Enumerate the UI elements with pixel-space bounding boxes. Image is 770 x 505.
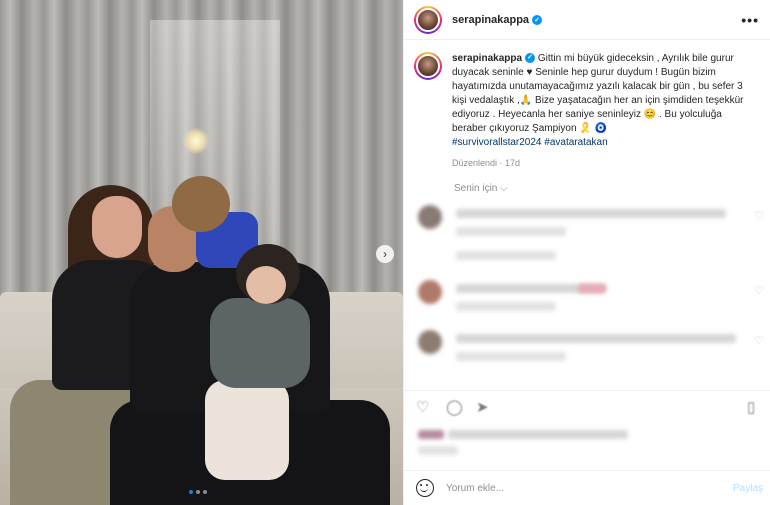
blurred-comment-meta [456, 352, 566, 361]
share-icon[interactable]: ➤ [476, 398, 489, 416]
post-comment-button[interactable]: Paylaş [733, 483, 763, 494]
woman-figure-face [92, 196, 142, 258]
caption-body: serapinakappa ✓ Gittin mi büyük gideceksi… [452, 52, 757, 170]
caption-username[interactable]: serapinakappa ✓ [452, 53, 536, 64]
list-item: ♡ [418, 280, 768, 320]
post-header: serapinakappa ✓ ••• [404, 0, 770, 40]
blurred-comment-text [456, 209, 726, 218]
more-options-icon[interactable]: ••• [741, 12, 759, 28]
caption-text: Gittin mi büyük gideceksin , Ayrılık bil… [452, 53, 744, 134]
list-item: ♡ [418, 205, 768, 260]
post-sidebar: serapinakappa ✓ ••• serapinakappa ✓ Gittin… [403, 0, 770, 505]
comment-icon[interactable]: ◯ [446, 398, 463, 416]
blurred-likes-text [448, 430, 628, 439]
heart-icon[interactable]: ♡ [754, 334, 764, 347]
comment-composer: Paylaş [404, 470, 770, 505]
blurred-comment-meta [456, 227, 566, 236]
verified-badge-icon: ✓ [532, 14, 543, 25]
verified-badge-icon: ✓ [525, 53, 536, 64]
list-item: ♡ [418, 330, 768, 370]
comment-input[interactable] [446, 482, 706, 494]
baby-figure-legs [205, 380, 289, 480]
post-timestamp: Düzenlendi · 17d [452, 158, 521, 168]
avatar[interactable] [414, 5, 442, 34]
blurred-replies [456, 251, 556, 260]
avatar[interactable] [418, 280, 442, 304]
heart-icon[interactable]: ♡ [754, 284, 764, 297]
post-image[interactable]: › [0, 0, 403, 505]
chevron-right-icon: › [383, 247, 387, 261]
caption: serapinakappa ✓ Gittin mi büyük gideceksi… [414, 52, 764, 170]
carousel-dot [196, 490, 200, 494]
carousel-dot-active [189, 490, 193, 494]
header-username[interactable]: serapinakappa ✓ [452, 14, 543, 26]
carousel-dot [203, 490, 207, 494]
heart-icon[interactable]: ♡ [754, 209, 764, 222]
avatar[interactable] [418, 330, 442, 354]
post-dialog: › serapinakappa ✓ ••• serapinakappa ✓ Gitt… [0, 0, 770, 505]
blurred-emoji [578, 284, 606, 293]
blurred-comment-text [456, 334, 736, 343]
caption-avatar[interactable] [414, 52, 442, 80]
ceiling-lamp [183, 128, 209, 154]
likes-summary [418, 428, 758, 458]
next-slide-button[interactable]: › [376, 245, 394, 263]
baby-figure-face [246, 266, 286, 304]
avatar[interactable] [418, 205, 442, 229]
blurred-liker-avatars [418, 430, 444, 439]
carousel-indicator [189, 490, 207, 494]
comment-sort-dropdown[interactable]: Senin için ⌵ [454, 183, 508, 194]
blurred-comment-meta [456, 302, 556, 311]
heart-icon[interactable]: ♡ [416, 398, 429, 416]
action-bar: ♡ ◯ ➤ ▯ [404, 390, 770, 422]
baby-figure-body [210, 298, 310, 388]
boy-figure-head [172, 176, 230, 232]
blurred-likes-date [418, 446, 458, 455]
emoji-icon[interactable] [416, 479, 434, 497]
bookmark-icon[interactable]: ▯ [747, 398, 755, 416]
caption-hashtags[interactable]: #survivorallstar2024 #avataratakan [452, 137, 608, 148]
